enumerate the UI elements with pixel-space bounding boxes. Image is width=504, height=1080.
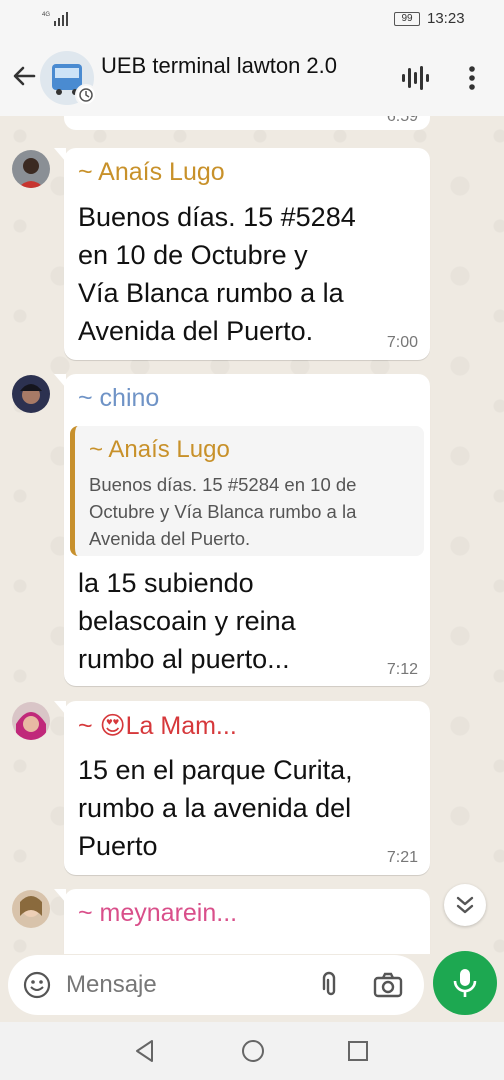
message-time: 7:00 [386,334,418,351]
message-line: Avenida del Puerto. [78,316,314,346]
network-type: 4G [42,12,50,18]
quoted-message[interactable]: ~ Anaís Lugo Buenos días. 15 #5284 en 10… [70,426,424,556]
chat-title[interactable]: UEB terminal lawton 2.0 [101,53,337,79]
double-chevron-down-icon [456,896,474,914]
message-bubble[interactable]: ~ 😍La Mam... 15 en el parque Curita, rum… [54,701,430,875]
message-text: la 15 subiendo belascoain y reina rumbo … [78,564,296,678]
sender-name[interactable]: ~ chino [78,384,159,413]
message-bubble[interactable]: ~ meynarein... [54,889,430,954]
signal-icon: 4G [42,12,68,26]
back-arrow-icon[interactable] [8,60,40,92]
attach-icon[interactable] [314,969,344,1001]
message-text: Buenos días. 15 #5284 en 10 de Octubre y… [78,198,356,350]
community-badge-icon [75,84,97,106]
quoted-sender: ~ Anaís Lugo [89,436,230,463]
message-text: 15 en el parque Curita, rumbo a la aveni… [78,751,353,865]
sender-avatar[interactable] [12,375,50,413]
chat-header: UEB terminal lawton 2.0 [0,38,504,116]
message-line: Buenos días. 15 #5284 [78,202,356,232]
nav-back-icon[interactable] [132,1038,158,1064]
message-time: 7:21 [386,849,418,866]
nav-recents-icon[interactable] [346,1039,370,1063]
message-input[interactable] [66,967,296,1003]
message-composer [8,955,424,1015]
message-list[interactable]: 6:59 ~ Anaís Lugo Buenos días. 15 #5284 … [0,116,504,954]
sender-name[interactable]: ~ 😍La Mam... [78,711,237,741]
sender-prefix: ~ [78,712,93,740]
quoted-text: Buenos días. 15 #5284 en 10 de Octubre y… [89,474,357,549]
sender-name[interactable]: ~ Anaís Lugo [78,158,225,187]
message-line: belascoain y reina [78,606,296,636]
battery-indicator: 99 [394,12,420,26]
scroll-to-bottom-button[interactable] [444,884,486,926]
message-line: Vía Blanca rumbo a la [78,278,344,308]
message-bubble[interactable]: ~ chino ~ Anaís Lugo Buenos días. 15 #52… [54,374,430,686]
message-line: 15 en el parque Curita, [78,755,353,785]
sender-avatar[interactable] [12,890,50,928]
sender-name[interactable]: ~ meynarein... [78,899,237,928]
more-options-icon[interactable] [460,62,484,94]
sender-label: La Mam... [125,712,237,740]
message-line: la 15 subiendo [78,568,254,598]
message-line: rumbo al puerto... [78,644,290,674]
message-line: Puerto [78,831,158,861]
status-bar: 4G 99 13:23 [0,0,504,38]
system-nav-bar [0,1022,504,1080]
heart-eyes-emoji-icon: 😍 [99,712,126,740]
status-time: 13:23 [427,10,465,27]
message-time: 6:59 [386,116,418,125]
nav-home-icon[interactable] [240,1038,266,1064]
message-bubble[interactable]: ~ Anaís Lugo Buenos días. 15 #5284 en 10… [54,148,430,360]
camera-icon[interactable] [372,969,404,1001]
message-time: 7:12 [386,661,418,678]
message-line: en 10 de Octubre y [78,240,308,270]
microphone-icon [453,969,477,997]
emoji-icon[interactable] [22,970,52,1000]
sender-avatar[interactable] [12,150,50,188]
message-bubble[interactable]: 6:59 [64,116,430,130]
voice-chat-icon[interactable] [398,62,430,94]
message-line: rumbo a la avenida del [78,793,352,823]
voice-message-button[interactable] [433,951,497,1015]
sender-avatar[interactable] [12,702,50,740]
